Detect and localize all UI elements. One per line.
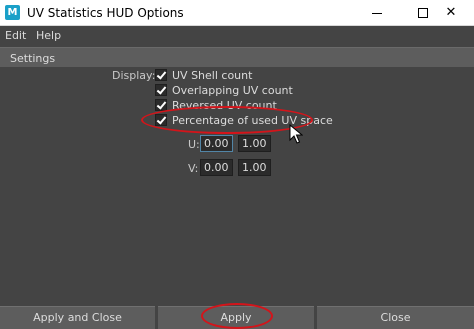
v-max-field[interactable]: 1.00 xyxy=(238,159,271,176)
highlight-ellipse-apply xyxy=(201,303,273,329)
overlapping-uv-count-checkbox[interactable] xyxy=(155,84,167,96)
mouse-cursor-icon xyxy=(289,124,303,144)
minimize-icon xyxy=(372,13,382,14)
minimize-button[interactable] xyxy=(354,0,400,26)
close-button[interactable]: Close xyxy=(317,306,474,329)
checkmark-icon xyxy=(156,84,167,95)
uv-shell-count-checkbox[interactable] xyxy=(155,69,167,81)
overlapping-uv-count-label: Overlapping UV count xyxy=(172,84,293,97)
settings-section-header[interactable]: Settings xyxy=(0,47,474,67)
highlight-ellipse-percentage xyxy=(141,106,313,134)
u-max-field[interactable]: 1.00 xyxy=(238,135,271,152)
apply-and-close-button[interactable]: Apply and Close xyxy=(0,306,155,329)
maximize-icon xyxy=(418,8,428,18)
u-min-field[interactable]: 0.00 xyxy=(200,135,233,152)
maya-app-icon: M xyxy=(5,5,20,20)
menu-edit[interactable]: Edit xyxy=(5,29,26,42)
v-min-field[interactable]: 0.00 xyxy=(200,159,233,176)
menu-help[interactable]: Help xyxy=(36,29,61,42)
u-label: U: xyxy=(188,138,200,151)
v-label: V: xyxy=(188,162,199,175)
settings-section-title: Settings xyxy=(10,52,56,65)
checkmark-icon xyxy=(156,99,167,110)
close-window-button[interactable]: ✕ xyxy=(428,0,474,26)
uv-shell-count-label: UV Shell count xyxy=(172,69,253,82)
close-icon: ✕ xyxy=(445,5,457,20)
checkmark-icon xyxy=(156,69,167,80)
window-title: UV Statistics HUD Options xyxy=(27,6,184,20)
display-label: Display: xyxy=(112,69,156,82)
title-bar: M UV Statistics HUD Options ✕ xyxy=(0,0,474,26)
menu-bar: Edit Help xyxy=(0,26,474,45)
